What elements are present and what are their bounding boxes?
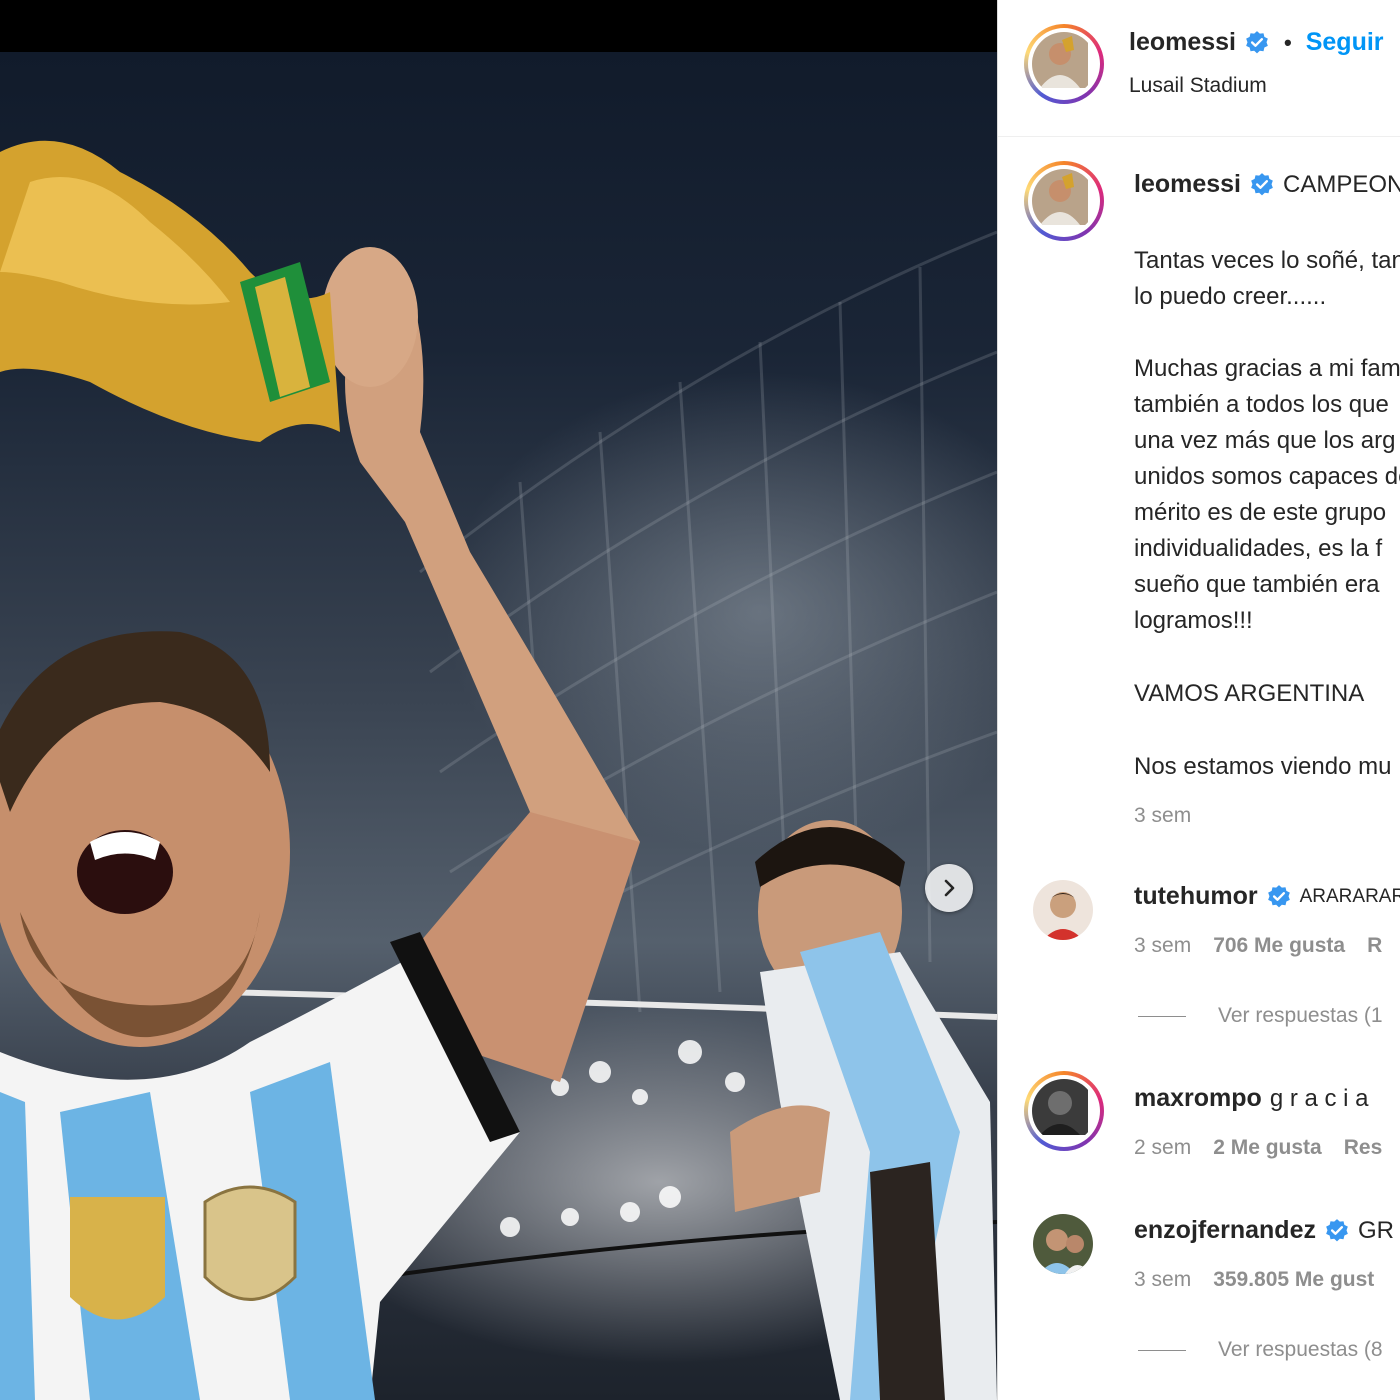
post-header: leomessi • Seguir Lusail Stadium — [998, 0, 1400, 137]
view-replies-button[interactable]: Ver respuestas (8 — [1138, 1338, 1383, 1362]
caption-line: individualidades, es la f — [1134, 535, 1383, 562]
author-username[interactable]: leomessi — [1129, 28, 1236, 57]
comment-time[interactable]: 2 sem — [1134, 1136, 1191, 1160]
caption-timestamp[interactable]: 3 sem — [1134, 804, 1191, 828]
verified-badge-icon — [1267, 884, 1290, 907]
caption-headline: CAMPEONES — [1283, 170, 1400, 198]
chevron-right-icon — [944, 879, 955, 897]
follow-button[interactable]: Seguir — [1306, 28, 1384, 57]
comment-text: ARARARARA — [1299, 885, 1400, 907]
comment-username[interactable]: tutehumor — [1134, 882, 1258, 911]
photo-illustration — [0, 140, 997, 1400]
caption-line: lo puedo creer...... — [1134, 283, 1327, 310]
carousel-next-button[interactable] — [925, 864, 973, 912]
caption-line: sueño que también era — [1134, 571, 1380, 598]
verified-badge-icon — [1326, 1218, 1348, 1241]
comment-time[interactable]: 3 sem — [1134, 1268, 1191, 1292]
verified-badge-icon — [1251, 172, 1273, 195]
avatar-image — [1032, 32, 1088, 88]
replies-divider — [1138, 1349, 1186, 1351]
avatar-image — [1032, 1079, 1088, 1135]
comment-meta: 3 sem 359.805 Me gust — [1134, 1268, 1374, 1292]
caption-line: Nos estamos viendo mu — [1134, 753, 1392, 780]
comment-meta: 3 sem 706 Me gusta R — [1134, 934, 1382, 958]
caption-line: unidos somos capaces de — [1134, 463, 1400, 490]
post-photo — [0, 52, 997, 1400]
caption-user-row: leomessi CAMPEONES — [1134, 170, 1400, 199]
comment-text: GR — [1357, 1216, 1394, 1244]
comment-likes[interactable]: 2 Me gusta — [1213, 1136, 1322, 1160]
separator-dot: • — [1284, 29, 1292, 55]
avatar-image — [1033, 880, 1093, 940]
comment-likes[interactable]: 359.805 Me gust — [1213, 1268, 1374, 1292]
view-replies-button[interactable]: Ver respuestas (1 — [1138, 1004, 1383, 1028]
comment-likes[interactable]: 706 Me gusta — [1213, 934, 1345, 958]
view-replies-label: Ver respuestas (8 — [1218, 1338, 1383, 1361]
view-replies-label: Ver respuestas (1 — [1218, 1004, 1383, 1027]
comment-user-row: tutehumor ARARARARA — [1134, 882, 1400, 911]
caption-line: una vez más que los arg — [1134, 427, 1396, 454]
comment-username[interactable]: maxrompo — [1134, 1084, 1262, 1113]
comment-user-row: enzojfernandez GR — [1134, 1216, 1394, 1245]
post-location[interactable]: Lusail Stadium — [1129, 74, 1267, 98]
caption-line: mérito es de este grupo — [1134, 499, 1387, 526]
avatar-image — [1033, 1214, 1093, 1274]
reply-button[interactable]: R — [1367, 934, 1382, 958]
header-user-row: leomessi • Seguir — [1129, 28, 1384, 57]
comment-user-row: maxrompo g r a c i a — [1134, 1084, 1369, 1113]
caption-avatar[interactable] — [1024, 161, 1104, 241]
caption-line: logramos!!! — [1134, 607, 1253, 634]
comment-username[interactable]: enzojfernandez — [1134, 1216, 1316, 1245]
comment-meta: 2 sem 2 Me gusta Res — [1134, 1136, 1382, 1160]
reply-button[interactable]: Res — [1344, 1136, 1383, 1160]
replies-divider — [1138, 1015, 1186, 1017]
comment-time[interactable]: 3 sem — [1134, 934, 1191, 958]
caption-line: Muchas gracias a mi fam — [1134, 355, 1400, 382]
verified-badge-icon — [1246, 30, 1268, 53]
comment-text: g r a c i a — [1269, 1084, 1369, 1112]
avatar-image — [1032, 169, 1088, 225]
post-sidebar: leomessi • Seguir Lusail Stadium leomess — [997, 0, 1400, 1400]
post-media[interactable] — [0, 0, 997, 1400]
caption-username[interactable]: leomessi — [1134, 170, 1241, 199]
commenter-avatar[interactable] — [1024, 1071, 1104, 1151]
commenter-avatar[interactable] — [1033, 880, 1093, 940]
caption-line: VAMOS ARGENTINA — [1134, 680, 1365, 707]
caption-line: Tantas veces lo soñé, tanto — [1134, 247, 1400, 274]
commenter-avatar[interactable] — [1033, 1214, 1093, 1274]
caption-line: también a todos los que — [1134, 391, 1389, 418]
author-avatar[interactable] — [1024, 24, 1104, 104]
